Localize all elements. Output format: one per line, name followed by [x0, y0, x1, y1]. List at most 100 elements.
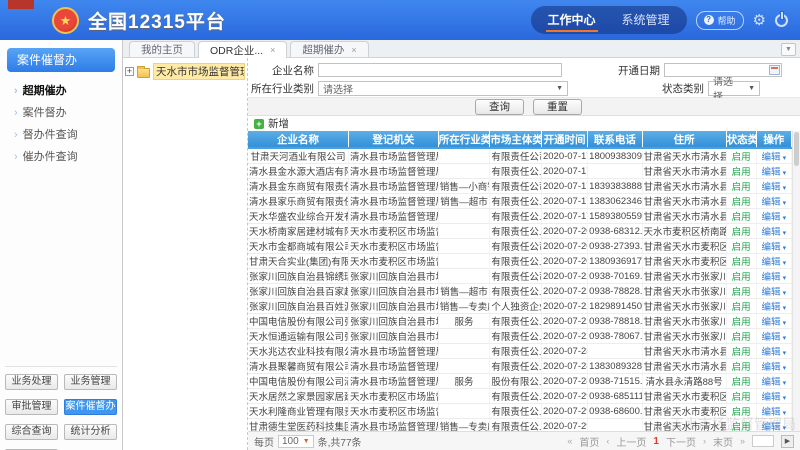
- goto-page-button[interactable]: ▶: [781, 435, 794, 448]
- sidebar-item-overdue-urging[interactable]: › 超期催办: [0, 80, 122, 102]
- edit-button[interactable]: 编辑▾: [762, 197, 787, 208]
- table-cell: 0938-6851111: [588, 389, 642, 404]
- edit-button[interactable]: 编辑▾: [762, 317, 787, 328]
- table-row: 甘肃德生堂医药科技集团...清水县市场监督管理局销售—专卖店有限责任公...20…: [248, 419, 792, 432]
- table-row: 清水县家乐商贸有限责任...清水县市场监督管理局销售—超市有限责任公...202…: [248, 194, 792, 209]
- nav-system-management[interactable]: 系统管理: [610, 9, 682, 31]
- edit-button[interactable]: 编辑▾: [762, 407, 787, 418]
- module-button-statistics-analysis[interactable]: 统计分析: [64, 424, 117, 440]
- table-cell: 2020-07-17: [541, 194, 587, 209]
- query-button[interactable]: 查询: [475, 99, 524, 115]
- table-cell: 有限责任公...: [490, 254, 542, 269]
- industry-select-value: 请选择: [323, 81, 353, 96]
- scrollbar-thumb[interactable]: [794, 132, 799, 166]
- company-name-input[interactable]: [318, 63, 562, 77]
- edit-button[interactable]: 编辑▾: [762, 362, 787, 373]
- edit-button[interactable]: 编辑▾: [762, 227, 787, 238]
- sidebar-item-case-supervision[interactable]: › 案件督办: [0, 102, 122, 124]
- edit-button[interactable]: 编辑▾: [762, 392, 787, 403]
- sidebar-item-urging-query[interactable]: › 催办件查询: [0, 146, 122, 168]
- table-row: 天水居然之家景园家居建...天水市麦积区市场监督管...有限责任公...2020…: [248, 389, 792, 404]
- tree-node-root[interactable]: + 天水市市场监督管理局: [125, 63, 245, 80]
- module-button-case-supervision[interactable]: 案件催督办: [64, 399, 117, 415]
- folder-icon: [137, 68, 150, 78]
- help-button[interactable]: ? 帮助: [696, 11, 744, 30]
- table-row: 中国电信股份有限公司清...清水县市场监督管理局服务股份有限公...2020-0…: [248, 374, 792, 389]
- table-cell: 清水县市场监督管理局: [349, 164, 439, 179]
- org-tree-panel: + 天水市市场监督管理局: [123, 58, 248, 450]
- content-area: 我的主页 ODR企业... × 超期催办 × ▼ +: [123, 40, 800, 450]
- edit-button[interactable]: 编辑▾: [762, 287, 787, 298]
- nav-work-center[interactable]: 工作中心: [536, 9, 608, 31]
- edit-button[interactable]: 编辑▾: [762, 212, 787, 223]
- edit-button[interactable]: 编辑▾: [762, 152, 787, 163]
- edit-button[interactable]: 编辑▾: [762, 347, 787, 358]
- first-page-button[interactable]: 首页: [579, 434, 599, 449]
- add-button[interactable]: 新增: [268, 116, 289, 131]
- industry-select[interactable]: 请选择 ▼: [318, 81, 568, 96]
- table-cell: 甘肃天河酒业有限公司: [248, 148, 349, 164]
- edit-button[interactable]: 编辑▾: [762, 242, 787, 253]
- table-cell: [438, 329, 490, 344]
- edit-button[interactable]: 编辑▾: [762, 167, 787, 178]
- table-row: 张家川回族自治县锦绣瑞...张家川回族自治县市场监...有限责任公司2020-0…: [248, 269, 792, 284]
- table-cell: 启用: [726, 389, 756, 404]
- caret-down-icon: ▾: [783, 185, 787, 192]
- module-button-business-processing[interactable]: 业务处理: [5, 374, 58, 390]
- edit-button[interactable]: 编辑▾: [762, 182, 787, 193]
- calendar-icon[interactable]: [769, 65, 780, 75]
- table-cell: 甘肃省天水市清水县泰山...: [642, 148, 726, 164]
- status-select[interactable]: 请选择 ▼: [708, 81, 760, 96]
- caret-down-icon: ▾: [783, 320, 787, 327]
- table-cell: 18298914503: [588, 299, 642, 314]
- current-page-number: 1: [653, 436, 659, 447]
- module-button-approval-management[interactable]: 审批管理: [5, 399, 58, 415]
- close-icon[interactable]: ×: [351, 45, 356, 55]
- table-cell: 编辑▾: [756, 194, 791, 209]
- tab-my-homepage[interactable]: 我的主页: [129, 41, 195, 57]
- table-cell: 2020-07-20: [541, 254, 587, 269]
- table-cell: 编辑▾: [756, 269, 791, 284]
- table-cell: 个人独资企业: [490, 299, 542, 314]
- edit-button[interactable]: 编辑▾: [762, 422, 787, 431]
- edit-button[interactable]: 编辑▾: [762, 377, 787, 388]
- next-page-button[interactable]: 下一页: [666, 434, 696, 449]
- vertical-scrollbar[interactable]: [792, 131, 800, 431]
- close-icon[interactable]: ×: [270, 45, 275, 55]
- tree-expand-icon[interactable]: +: [125, 67, 134, 76]
- help-label: 帮助: [718, 14, 736, 27]
- tab-overdue-urging[interactable]: 超期催办 ×: [290, 41, 368, 57]
- gear-icon[interactable]: ⚙: [753, 13, 766, 28]
- prev-page-button[interactable]: 上一页: [616, 434, 646, 449]
- table-cell: 甘肃德生堂医药科技集团...: [248, 419, 349, 432]
- status-badge: 启用: [732, 287, 751, 298]
- table-cell: 13830623468: [588, 194, 642, 209]
- open-date-input[interactable]: [665, 69, 781, 81]
- tree-node-label[interactable]: 天水市市场监督管理局: [153, 63, 245, 80]
- table-cell: 销售—超市: [438, 284, 490, 299]
- per-page-label: 每页: [254, 434, 274, 449]
- sidebar-item-supervision-query[interactable]: › 督办件查询: [0, 124, 122, 146]
- edit-button[interactable]: 编辑▾: [762, 332, 787, 343]
- edit-button[interactable]: 编辑▾: [762, 302, 787, 313]
- table-cell: 编辑▾: [756, 404, 791, 419]
- table-cell: 2020-07-22: [541, 284, 587, 299]
- tab-odr-enterprise[interactable]: ODR企业... ×: [198, 41, 287, 58]
- edit-button[interactable]: 编辑▾: [762, 257, 787, 268]
- table-cell: 0938-78067...: [588, 329, 642, 344]
- sidebar-header-case-supervision[interactable]: 案件催督办: [7, 48, 115, 72]
- table-cell: 清水县永清路88号: [642, 374, 726, 389]
- table-cell: 编辑▾: [756, 209, 791, 224]
- reset-button[interactable]: 重置: [533, 99, 582, 115]
- last-page-button[interactable]: 末页: [713, 434, 733, 449]
- table-cell: 中国电信股份有限公司张...: [248, 314, 349, 329]
- per-page-select[interactable]: 100 ▼: [278, 435, 314, 448]
- module-button-comprehensive-query[interactable]: 综合查询: [5, 424, 58, 440]
- goto-page-input[interactable]: [752, 435, 774, 447]
- power-icon[interactable]: [775, 14, 788, 27]
- table-cell: 有限责任公司: [490, 148, 542, 164]
- collapse-panel-button[interactable]: ▼: [781, 43, 796, 56]
- edit-button[interactable]: 编辑▾: [762, 272, 787, 283]
- module-button-business-management[interactable]: 业务管理: [64, 374, 117, 390]
- chevron-right-icon: ›: [14, 102, 18, 124]
